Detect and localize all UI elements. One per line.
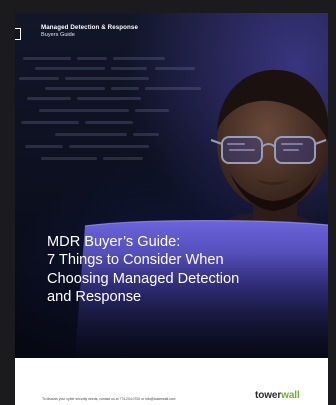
corner-bracket-mark	[15, 28, 21, 40]
headline-line-2: 7 Things to Consider When	[47, 252, 224, 269]
cover-header: Managed Detection & Response Buyers Guid…	[41, 24, 138, 39]
brochure-cover: Managed Detection & Response Buyers Guid…	[15, 13, 328, 405]
headline-line-4: and Response	[47, 289, 142, 306]
header-subtitle: Buyers Guide	[41, 32, 75, 38]
logo-text-tower: tower	[255, 390, 282, 401]
cover-footer: To discuss your cyber security needs, co…	[15, 358, 328, 405]
contact-info: To discuss your cyber security needs, co…	[42, 397, 176, 401]
headline-line-1: MDR Buyer’s Guide:	[47, 234, 181, 250]
header-title: Managed Detection & Response	[41, 24, 139, 31]
logo-text-wall: wall	[281, 390, 300, 401]
headline-line-3: Choosing Managed Detection	[47, 270, 240, 287]
cover-headline: MDR Buyer’s Guide: 7 Things to Consider …	[47, 233, 317, 307]
towerwall-logo: towerwall	[255, 390, 300, 402]
